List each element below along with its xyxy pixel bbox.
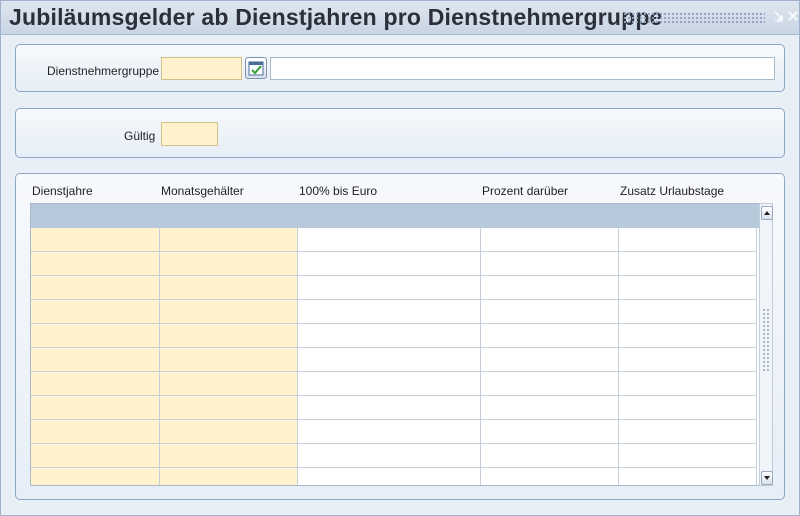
grid-cell[interactable] [298,276,481,300]
group-name-field[interactable] [270,57,775,80]
column-header-100-bis-euro[interactable]: 100% bis Euro [299,184,377,198]
grid-header-row[interactable] [31,204,770,228]
minimize-icon[interactable] [773,10,785,22]
grid-cell[interactable] [298,444,481,468]
grid-cell[interactable] [31,252,160,276]
calendar-check-icon [248,61,264,76]
scroll-up-button[interactable] [761,206,773,220]
grid-cell[interactable] [31,420,160,444]
table-row[interactable] [31,348,770,372]
grid-cell[interactable] [31,348,160,372]
grid-cell[interactable] [481,348,619,372]
grid-cell[interactable] [160,420,298,444]
grid-cell[interactable] [481,228,619,252]
window: Jubiläumsgelder ab Dienstjahren pro Dien… [0,0,800,516]
grid-cell[interactable] [298,468,481,485]
grid-cell[interactable] [31,324,160,348]
grid-cell[interactable] [619,252,757,276]
grid-cell[interactable] [298,348,481,372]
grid-cell[interactable] [619,396,757,420]
table-row[interactable] [31,468,770,485]
group-label: Dienstnehmergruppe [47,64,160,78]
grid-cell[interactable] [481,372,619,396]
grid-cell[interactable] [619,228,757,252]
grid-cell[interactable] [481,396,619,420]
column-header-monatsgehaelter[interactable]: Monatsgehälter [161,184,244,198]
close-icon[interactable] [787,10,799,22]
column-header-zusatz-urlaubstage[interactable]: Zusatz Urlaubstage [620,184,724,198]
grid-cell[interactable] [31,468,160,485]
grid-cell[interactable] [481,252,619,276]
grid-cell[interactable] [160,276,298,300]
grid-scrollbar[interactable] [759,203,773,486]
grid-cell[interactable] [160,468,298,485]
table-row[interactable] [31,300,770,324]
grid-cell[interactable] [31,372,160,396]
table-row[interactable] [31,372,770,396]
grid-cell[interactable] [481,420,619,444]
grid-cell[interactable] [160,252,298,276]
table-row[interactable] [31,276,770,300]
scrollbar-grip[interactable] [762,308,770,372]
grid-cell[interactable] [481,468,619,485]
grid-cell[interactable] [481,444,619,468]
table-row[interactable] [31,420,770,444]
valid-panel: Gültig [15,108,785,158]
grid-cell[interactable] [298,228,481,252]
grid-cell[interactable] [619,468,757,485]
grid-cell[interactable] [160,372,298,396]
window-title: Jubiläumsgelder ab Dienstjahren pro Dien… [9,4,663,30]
grid-cell[interactable] [298,396,481,420]
grid-cell[interactable] [619,372,757,396]
grid-cell[interactable] [160,444,298,468]
grid-cell[interactable] [619,348,757,372]
grid-cell[interactable] [31,396,160,420]
grid-cell[interactable] [31,228,160,252]
grid-cell[interactable] [160,228,298,252]
grid-cell[interactable] [31,444,160,468]
table-row[interactable] [31,396,770,420]
group-lookup-button[interactable] [245,57,267,79]
grid-cell[interactable] [619,276,757,300]
scroll-down-button[interactable] [761,471,773,485]
grid-cell[interactable] [481,300,619,324]
column-header-dienstjahre[interactable]: Dienstjahre [32,184,93,198]
grid-cell[interactable] [31,276,160,300]
arrow-up-icon [764,211,770,215]
column-header-prozent-darueber[interactable]: Prozent darüber [482,184,568,198]
grid-cell[interactable] [298,324,481,348]
grid-cell[interactable] [298,420,481,444]
grid-cell[interactable] [481,324,619,348]
grid-cell[interactable] [481,276,619,300]
grid-panel: Dienstjahre Monatsgehälter 100% bis Euro… [15,173,785,500]
grid-cell[interactable] [619,420,757,444]
group-panel: Dienstnehmergruppe [15,44,785,92]
title-grip[interactable] [623,12,765,23]
arrow-down-icon [764,476,770,480]
grid-cell[interactable] [31,300,160,324]
grid-cell[interactable] [298,372,481,396]
group-code-field[interactable] [161,57,242,80]
grid-cell[interactable] [160,324,298,348]
grid-cell[interactable] [619,324,757,348]
valid-label: Gültig [124,129,156,143]
valid-field[interactable] [161,122,218,146]
grid-cell[interactable] [160,300,298,324]
table-row[interactable] [31,324,770,348]
table-row[interactable] [31,252,770,276]
grid-cell[interactable] [619,444,757,468]
data-grid[interactable] [30,203,771,486]
grid-cell[interactable] [298,300,481,324]
grid-cell[interactable] [298,252,481,276]
title-bar: Jubiläumsgelder ab Dienstjahren pro Dien… [1,1,799,35]
table-row[interactable] [31,228,770,252]
grid-cell[interactable] [160,348,298,372]
grid-cell[interactable] [619,300,757,324]
grid-cell[interactable] [160,396,298,420]
table-row[interactable] [31,444,770,468]
